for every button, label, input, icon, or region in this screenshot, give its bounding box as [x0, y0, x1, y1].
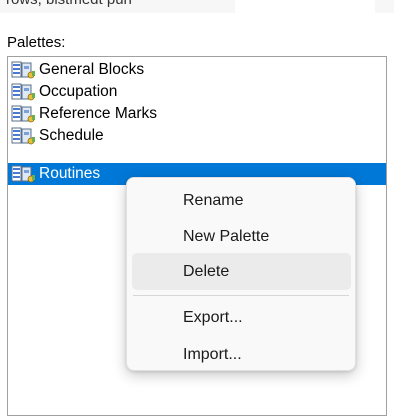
list-item-label: Occupation: [39, 83, 118, 100]
list-item-label: Schedule: [39, 127, 104, 144]
list-item-reference-marks[interactable]: Reference Marks: [8, 103, 157, 125]
cutoff-text: rows, bistmedt pun: [6, 0, 132, 8]
list-item-label: General Blocks: [39, 61, 145, 78]
menu-separator: [133, 295, 349, 296]
list-item-label: Routines: [39, 165, 101, 182]
palette-icon: [11, 127, 35, 145]
context-menu: Rename New Palette Delete Export... Impo…: [126, 177, 356, 371]
list-item-schedule[interactable]: Schedule: [8, 125, 104, 147]
menu-item-export[interactable]: Export...: [132, 299, 351, 336]
top-cutoff-strip: rows, bistmedt pun: [0, 0, 394, 13]
list-item-general-blocks[interactable]: General Blocks: [8, 59, 144, 81]
menu-item-rename[interactable]: Rename: [132, 182, 351, 219]
cutoff-field: [235, 0, 375, 13]
menu-item-import[interactable]: Import...: [132, 336, 351, 373]
menu-item-new-palette[interactable]: New Palette: [132, 218, 351, 255]
palette-icon: [11, 61, 35, 79]
list-item-label: Reference Marks: [39, 105, 158, 122]
palette-icon: [11, 165, 35, 183]
list-item-occupation[interactable]: Occupation: [8, 81, 117, 103]
menu-item-delete[interactable]: Delete: [132, 253, 351, 290]
palette-icon: [11, 83, 35, 101]
palette-icon: [11, 105, 35, 123]
palettes-label: Palettes:: [7, 34, 66, 51]
